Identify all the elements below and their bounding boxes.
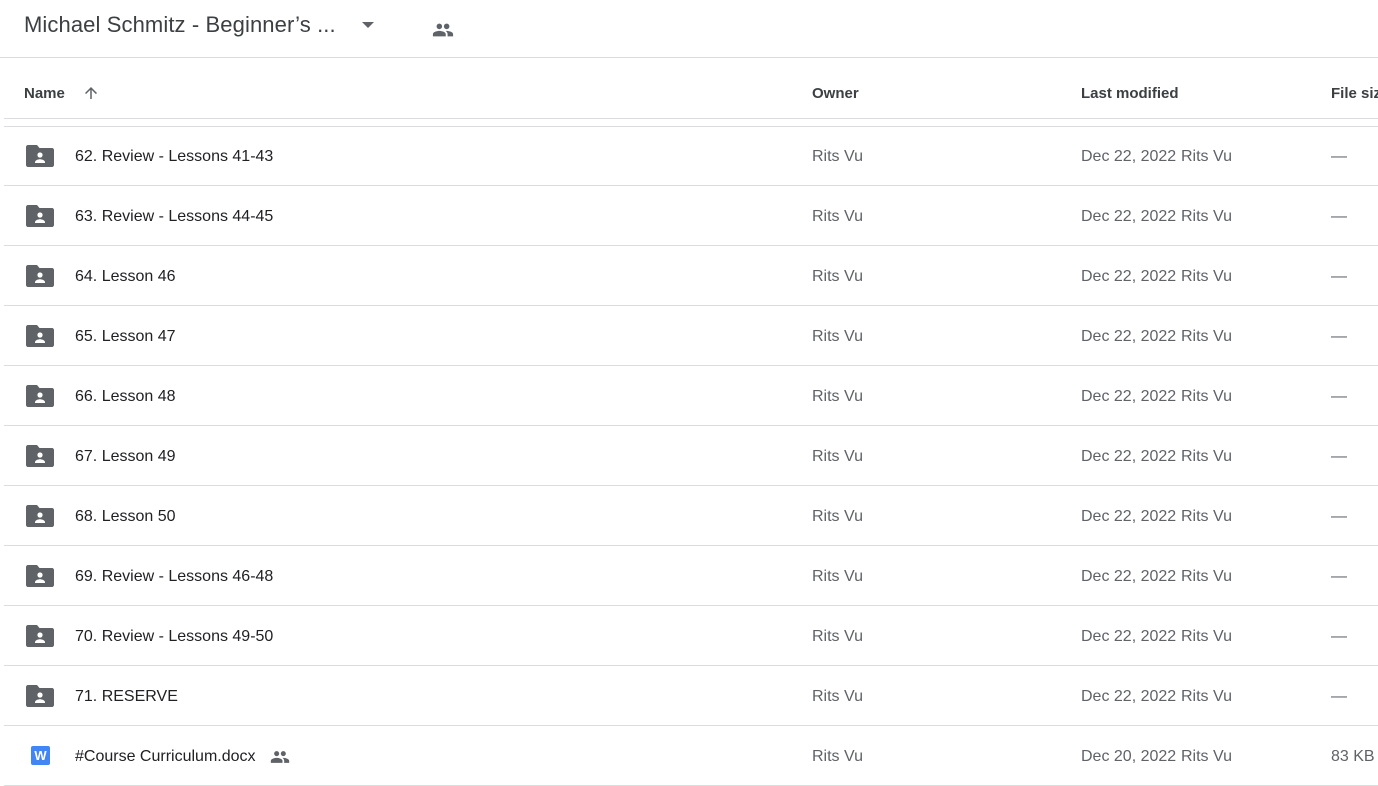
file-owner: Rits Vu xyxy=(812,688,863,705)
file-owner: Rits Vu xyxy=(812,208,863,225)
file-owner: Rits Vu xyxy=(812,328,863,345)
file-modified-by: Rits Vu xyxy=(1181,268,1232,285)
file-name: 63. Review - Lessons 44-45 xyxy=(75,208,274,225)
arrow-upward-icon[interactable] xyxy=(82,84,100,102)
column-header-file-size[interactable]: File size xyxy=(1331,85,1378,102)
file-size: — xyxy=(1331,688,1347,705)
file-name: 71. RESERVE xyxy=(75,688,178,705)
file-row[interactable]: 65. Lesson 47 Rits Vu Dec 22, 2022 Rits Vu — xyxy=(4,306,1378,366)
file-modified-by: Rits Vu xyxy=(1181,328,1232,345)
file-size: — xyxy=(1331,628,1347,645)
file-modified-by: Rits Vu xyxy=(1181,388,1232,405)
shared-folder-icon xyxy=(26,625,54,647)
file-size: — xyxy=(1331,448,1347,465)
file-owner: Rits Vu xyxy=(812,748,863,765)
arrow-drop-down-icon[interactable] xyxy=(362,22,374,28)
file-modified-by: Rits Vu xyxy=(1181,148,1232,165)
shared-folder-icon xyxy=(26,265,54,287)
column-header-name[interactable]: Name xyxy=(24,85,65,102)
file-row[interactable]: 68. Lesson 50 Rits Vu Dec 22, 2022 Rits Vu — xyxy=(4,486,1378,546)
file-modified-by: Rits Vu xyxy=(1181,208,1232,225)
file-list: 62. Review - Lessons 41-43 Rits Vu Dec 22,… xyxy=(4,126,1378,786)
file-name: 65. Lesson 47 xyxy=(75,328,176,345)
file-row[interactable]: 66. Lesson 48 Rits Vu Dec 22, 2022 Rits Vu — xyxy=(4,366,1378,426)
file-modified-by: Rits Vu xyxy=(1181,748,1232,765)
file-name: 67. Lesson 49 xyxy=(75,448,176,465)
file-size: — xyxy=(1331,268,1347,285)
file-modified-by: Rits Vu xyxy=(1181,448,1232,465)
folder-title[interactable]: Michael Schmitz - Beginner’s ... xyxy=(24,12,336,38)
shared-folder-icon xyxy=(26,385,54,407)
file-size: — xyxy=(1331,388,1347,405)
file-modified-date: Dec 22, 2022 xyxy=(1081,508,1177,525)
file-modified-date: Dec 22, 2022 xyxy=(1081,568,1177,585)
file-name: 70. Review - Lessons 49-50 xyxy=(75,628,274,645)
top-bar: Michael Schmitz - Beginner’s ... xyxy=(0,0,1378,58)
file-modified-date: Dec 22, 2022 xyxy=(1081,688,1177,705)
file-modified-date: Dec 22, 2022 xyxy=(1081,628,1177,645)
file-name: 62. Review - Lessons 41-43 xyxy=(75,148,274,165)
file-row[interactable]: 62. Review - Lessons 41-43 Rits Vu Dec 22,… xyxy=(4,126,1378,186)
file-size: — xyxy=(1331,568,1347,585)
file-name: 64. Lesson 46 xyxy=(75,268,176,285)
file-row[interactable]: W #Course Curriculum.docx Rits Vu Dec 20, 2… xyxy=(4,726,1378,786)
column-header-last-modified[interactable]: Last modified xyxy=(1081,85,1179,102)
file-row[interactable]: 64. Lesson 46 Rits Vu Dec 22, 2022 Rits Vu — xyxy=(4,246,1378,306)
file-owner: Rits Vu xyxy=(812,388,863,405)
file-owner: Rits Vu xyxy=(812,148,863,165)
file-size: — xyxy=(1331,208,1347,225)
file-modified-by: Rits Vu xyxy=(1181,508,1232,525)
file-modified-date: Dec 22, 2022 xyxy=(1081,208,1177,225)
file-modified-by: Rits Vu xyxy=(1181,628,1232,645)
file-size: — xyxy=(1331,328,1347,345)
file-name: 69. Review - Lessons 46-48 xyxy=(75,568,274,585)
file-modified-date: Dec 22, 2022 xyxy=(1081,268,1177,285)
shared-folder-icon xyxy=(26,505,54,527)
file-name: #Course Curriculum.docx xyxy=(75,748,256,765)
file-row[interactable]: 69. Review - Lessons 46-48 Rits Vu Dec 22,… xyxy=(4,546,1378,606)
file-modified-by: Rits Vu xyxy=(1181,688,1232,705)
people-icon[interactable] xyxy=(432,19,454,41)
file-row[interactable]: 71. RESERVE Rits Vu Dec 22, 2022 Rits Vu — xyxy=(4,666,1378,726)
column-header-row: Name Owner Last modified File size xyxy=(4,58,1378,119)
file-owner: Rits Vu xyxy=(812,448,863,465)
shared-folder-icon xyxy=(26,205,54,227)
shared-folder-icon xyxy=(26,445,54,467)
file-modified-date: Dec 20, 2022 xyxy=(1081,748,1177,765)
file-modified-date: Dec 22, 2022 xyxy=(1081,148,1177,165)
shared-folder-icon xyxy=(26,325,54,347)
file-owner: Rits Vu xyxy=(812,568,863,585)
file-modified-date: Dec 22, 2022 xyxy=(1081,388,1177,405)
word-doc-icon: W xyxy=(31,746,50,765)
file-modified-date: Dec 22, 2022 xyxy=(1081,328,1177,345)
file-modified-by: Rits Vu xyxy=(1181,568,1232,585)
people-icon xyxy=(270,751,290,763)
file-size: 83 KB xyxy=(1331,748,1375,765)
file-owner: Rits Vu xyxy=(812,628,863,645)
file-size: — xyxy=(1331,148,1347,165)
shared-folder-icon xyxy=(26,685,54,707)
shared-folder-icon xyxy=(26,565,54,587)
column-header-owner[interactable]: Owner xyxy=(812,85,859,102)
file-row[interactable]: 70. Review - Lessons 49-50 Rits Vu Dec 22,… xyxy=(4,606,1378,666)
shared-folder-icon xyxy=(26,145,54,167)
file-owner: Rits Vu xyxy=(812,268,863,285)
file-row[interactable]: 67. Lesson 49 Rits Vu Dec 22, 2022 Rits Vu — xyxy=(4,426,1378,486)
file-row[interactable]: 63. Review - Lessons 44-45 Rits Vu Dec 22,… xyxy=(4,186,1378,246)
file-name: 66. Lesson 48 xyxy=(75,388,176,405)
file-owner: Rits Vu xyxy=(812,508,863,525)
file-name: 68. Lesson 50 xyxy=(75,508,176,525)
file-size: — xyxy=(1331,508,1347,525)
file-modified-date: Dec 22, 2022 xyxy=(1081,448,1177,465)
